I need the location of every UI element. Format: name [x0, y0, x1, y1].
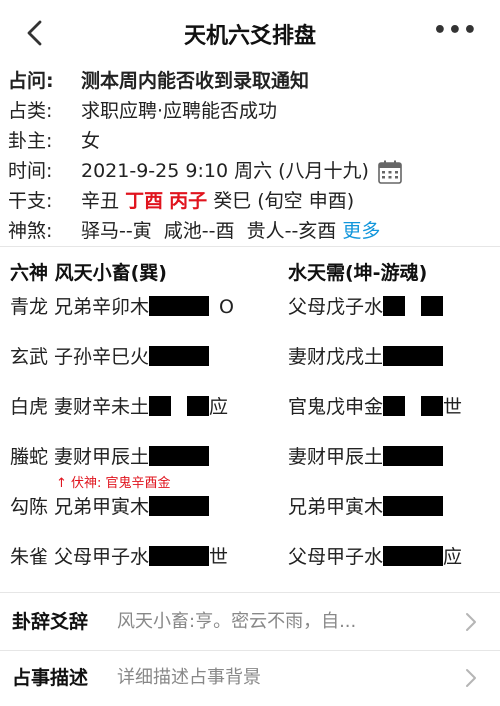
- yang-line: [149, 446, 210, 466]
- yao-text: 朱雀 父母甲子水: [10, 546, 150, 568]
- guaci-label: 卦辞爻辞: [12, 611, 89, 633]
- bian-yao-2: 兄弟甲寅木: [288, 492, 444, 522]
- ben-yao-1: 朱雀 父母甲子水 世: [10, 542, 228, 572]
- guazhu-value: 女: [81, 130, 101, 152]
- bian-yao-4: 官鬼戊申金 世: [288, 392, 462, 422]
- divination-info: 占问: 测本周内能否收到录取通知 占类: 求职应聘·应聘能否成功 卦主: 女 时间: 2…: [8, 66, 498, 246]
- info-row-zhanlei: 占类: 求职应聘·应聘能否成功: [8, 96, 498, 126]
- yang-line: [149, 496, 210, 516]
- ganzhi-month: 丁酉: [125, 190, 164, 212]
- zhanwen-value: 测本周内能否收到录取通知: [81, 70, 310, 92]
- ganzhi-year: 辛丑: [81, 190, 120, 212]
- shensha-label: 神煞:: [8, 220, 53, 242]
- description-input[interactable]: 详细描述占事背景: [117, 650, 261, 706]
- yao-text: 螣蛇 妻财甲辰土: [10, 446, 150, 468]
- ganzhi-hour: 癸巳: [213, 190, 252, 212]
- ben-yao-6: 青龙 兄弟辛卯木 O: [10, 292, 234, 322]
- top-bar: 天机六爻排盘 •••: [0, 0, 500, 68]
- yao-text: 妻财甲辰土: [288, 446, 384, 468]
- description-row[interactable]: 占事描述 详细描述占事背景: [0, 650, 500, 706]
- bian-yao-1: 父母甲子水 应: [288, 542, 462, 572]
- yao-text: 勾陈 兄弟甲寅木: [10, 496, 150, 518]
- yao-text: 玄武 子孙辛巳火: [10, 346, 150, 368]
- yao-text: 官鬼戊申金: [288, 396, 384, 418]
- ganzhi-day: 丙子: [169, 190, 208, 212]
- bian-yao-5: 妻财戊戌土: [288, 342, 444, 372]
- ben-yao-3: 螣蛇 妻财甲辰土: [10, 442, 210, 472]
- info-row-shijian: 时间: 2021-9-25 9:10 周六 (八月十九): [8, 156, 498, 186]
- bian-yao-6: 父母戊子水: [288, 292, 444, 322]
- bian-yao-3: 妻财甲辰土: [288, 442, 444, 472]
- zhanlei-value: 求职应聘·应聘能否成功: [81, 100, 278, 122]
- yao-text: 妻财戊戌土: [288, 346, 384, 368]
- shijian-value: 2021-9-25 9:10 周六 (八月十九): [81, 160, 369, 182]
- ganzhi-xunkong: (旬空 申酉): [257, 190, 355, 212]
- shi-mark: 世: [443, 396, 463, 418]
- ganzhi-label: 干支:: [8, 190, 53, 212]
- ben-yao-2: 勾陈 兄弟甲寅木: [10, 492, 210, 522]
- yin-line-right: [421, 396, 444, 416]
- zhanwen-label: 占问:: [8, 70, 54, 92]
- ying-mark: 应: [209, 396, 229, 418]
- ben-gua-header: 六神 风天小畜(巽): [10, 262, 167, 284]
- shijian-label: 时间:: [8, 160, 53, 182]
- divider: [0, 592, 500, 593]
- yao-text: 父母甲子水: [288, 546, 384, 568]
- yang-line: [383, 546, 444, 566]
- yin-line-right: [421, 296, 444, 316]
- divider: [0, 246, 500, 247]
- ben-yao-5: 玄武 子孙辛巳火: [10, 342, 210, 372]
- yao-text: 父母戊子水: [288, 296, 384, 318]
- page-title: 天机六爻排盘: [183, 24, 316, 49]
- guazhu-label: 卦主:: [8, 130, 53, 152]
- yang-line: [149, 296, 210, 316]
- chevron-right-icon: [466, 669, 476, 687]
- yang-line: [383, 496, 444, 516]
- yang-line: [383, 446, 444, 466]
- yin-line-left: [149, 396, 172, 416]
- shensha-more-link[interactable]: 更多: [342, 220, 380, 242]
- guaci-row[interactable]: 卦辞爻辞 风天小畜:亨。密云不雨，自...: [0, 594, 500, 650]
- fushen-note: ↑ 伏神: 官鬼辛酉金: [56, 476, 171, 491]
- info-row-zhanwen: 占问: 测本周内能否收到录取通知: [8, 66, 498, 96]
- guaci-value: 风天小畜:亨。密云不雨，自...: [117, 611, 357, 632]
- ying-mark: 应: [443, 546, 463, 568]
- shi-mark: 世: [209, 546, 229, 568]
- calendar-icon[interactable]: [377, 159, 403, 185]
- yin-line-left: [383, 396, 406, 416]
- info-row-ganzhi: 干支: 辛丑 丁酉 丙子 癸巳 (旬空 申酉): [8, 186, 498, 216]
- yang-line: [149, 346, 210, 366]
- yao-text: 青龙 兄弟辛卯木: [10, 296, 150, 318]
- description-label: 占事描述: [12, 667, 89, 689]
- info-row-guazhu: 卦主: 女: [8, 126, 498, 156]
- yao-text: 兄弟甲寅木: [288, 496, 384, 518]
- yang-line: [149, 546, 210, 566]
- more-icon[interactable]: •••: [433, 18, 478, 43]
- yang-line: [383, 346, 444, 366]
- info-row-shensha: 神煞: 驿马--寅 咸池--酉 贵人--亥酉 更多: [8, 216, 498, 246]
- yao-text: 白虎 妻财辛未土: [10, 396, 150, 418]
- bian-gua-header: 水天需(坤-游魂): [288, 262, 428, 284]
- ben-yao-4: 白虎 妻财辛未土 应: [10, 392, 228, 422]
- moving-mark: O: [219, 296, 235, 318]
- shensha-value: 驿马--寅 咸池--酉 贵人--亥酉: [81, 220, 337, 242]
- yin-line-left: [383, 296, 406, 316]
- chevron-right-icon: [466, 613, 476, 631]
- zhanlei-label: 占类:: [8, 100, 53, 122]
- yin-line-right: [187, 396, 210, 416]
